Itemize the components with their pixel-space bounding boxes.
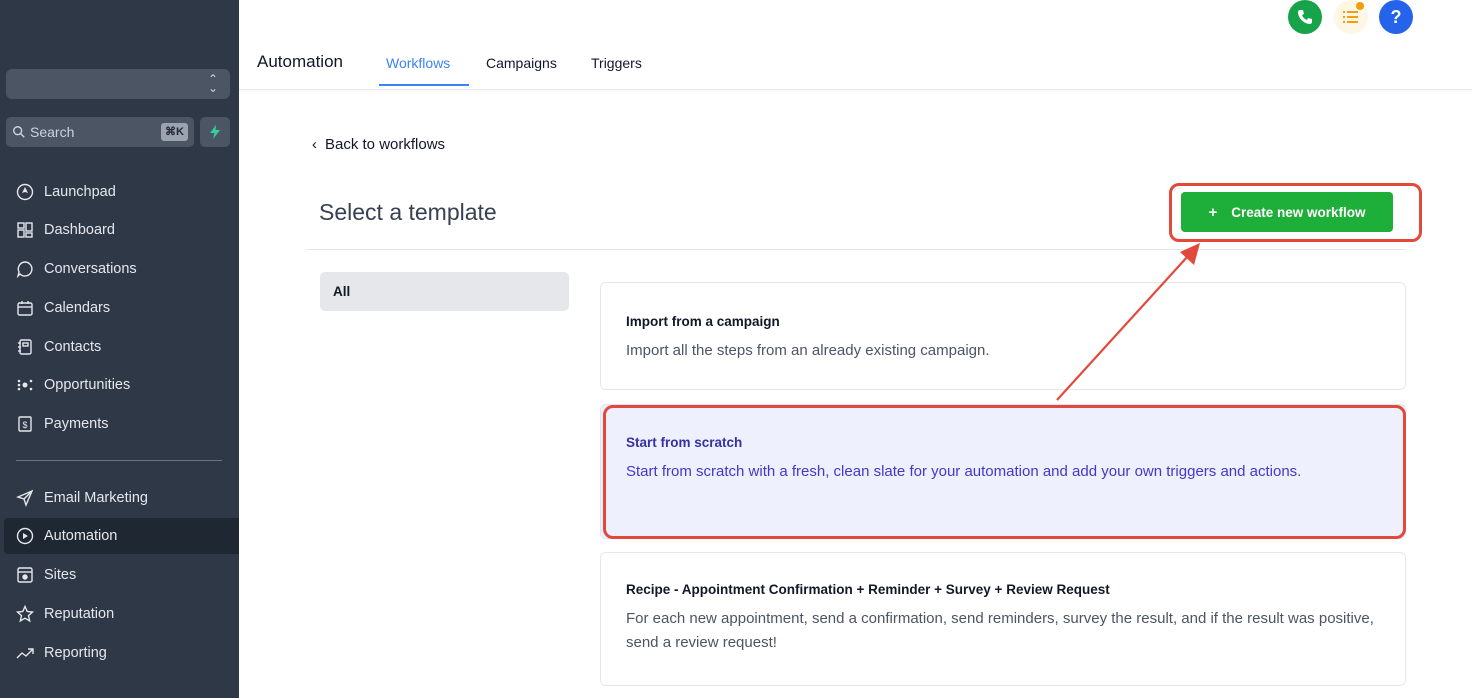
location-switcher[interactable]: ⌃ ⌄	[6, 69, 230, 99]
payments-icon: $	[16, 415, 34, 433]
help-button[interactable]: ?	[1379, 0, 1413, 34]
sidebar-item-calendars[interactable]: Calendars	[0, 290, 239, 326]
chat-bubble-icon	[16, 260, 34, 278]
star-icon	[16, 605, 34, 623]
dashboard-icon	[16, 221, 34, 239]
notification-dot	[1356, 2, 1364, 10]
list-icon	[1343, 11, 1358, 23]
trend-icon	[16, 644, 34, 662]
sidebar-item-label: Reporting	[44, 645, 107, 661]
sidebar-divider	[16, 460, 222, 461]
back-to-workflows-link[interactable]: ‹ Back to workflows	[312, 136, 445, 153]
sidebar-item-reputation[interactable]: Reputation	[0, 596, 239, 632]
sidebar-item-label: Dashboard	[44, 222, 115, 238]
question-icon: ?	[1390, 6, 1402, 27]
template-description: For each new appointment, send a confirm…	[626, 610, 1374, 651]
svg-text:$: $	[22, 420, 27, 430]
search-icon	[13, 126, 25, 138]
sidebar-item-reporting[interactable]: Reporting	[0, 635, 239, 671]
annotation-highlight-scratch	[603, 405, 1406, 539]
automation-icon	[16, 527, 34, 545]
phone-icon	[1298, 10, 1312, 24]
header-divider	[306, 249, 1406, 250]
quick-action-button[interactable]	[200, 117, 230, 147]
sidebar-item-payments[interactable]: $ Payments	[0, 406, 239, 442]
sidebar-item-label: Reputation	[44, 606, 115, 622]
sidebar-item-label: Launchpad	[44, 184, 116, 200]
sidebar: ⌃ ⌄ Search ⌘K Launchpad Dashboard Convers…	[0, 0, 239, 698]
active-tab-indicator	[379, 84, 469, 86]
template-card-import[interactable]: Import from a campaign Import all the st…	[600, 282, 1406, 390]
calendar-icon	[16, 299, 34, 317]
sidebar-item-label: Contacts	[44, 339, 102, 355]
contacts-icon	[16, 338, 34, 356]
sidebar-item-email-marketing[interactable]: Email Marketing	[0, 480, 239, 516]
top-bar: Automation Workflows Campaigns Triggers	[239, 0, 1472, 90]
search-shortcut: ⌘K	[161, 123, 188, 141]
tab-triggers[interactable]: Triggers	[591, 55, 642, 71]
template-card-recipe[interactable]: Recipe - Appointment Confirmation + Remi…	[600, 552, 1406, 686]
sidebar-item-label: Automation	[44, 528, 118, 544]
bolt-icon	[210, 125, 220, 139]
sidebar-item-sites[interactable]: Sites	[0, 557, 239, 593]
template-description: Import all the steps from an already exi…	[626, 342, 990, 359]
sidebar-item-label: Sites	[44, 567, 77, 583]
switcher-chevron-icon: ⌃ ⌄	[207, 72, 218, 95]
sidebar-item-automation[interactable]: Automation	[4, 518, 239, 554]
template-title: Recipe - Appointment Confirmation + Remi…	[626, 582, 1110, 597]
tab-workflows[interactable]: Workflows	[386, 55, 450, 71]
back-label: Back to workflows	[325, 136, 446, 153]
sidebar-item-launchpad[interactable]: Launchpad	[0, 174, 239, 210]
search-input[interactable]: Search ⌘K	[6, 117, 194, 147]
sidebar-item-label: Email Marketing	[44, 490, 148, 506]
paper-plane-icon	[16, 489, 34, 507]
launchpad-icon	[16, 183, 34, 201]
template-title: Import from a campaign	[626, 314, 780, 329]
annotation-highlight-create	[1169, 183, 1422, 242]
sidebar-item-label: Opportunities	[44, 377, 131, 393]
chevron-left-icon: ‹	[312, 136, 317, 153]
filter-all[interactable]: All	[320, 272, 569, 311]
sidebar-item-opportunities[interactable]: Opportunities	[0, 367, 239, 403]
tab-campaigns[interactable]: Campaigns	[486, 55, 557, 71]
sidebar-item-label: Conversations	[44, 261, 137, 277]
sidebar-item-dashboard[interactable]: Dashboard	[0, 212, 239, 248]
sidebar-item-label: Payments	[44, 416, 109, 432]
sidebar-item-contacts[interactable]: Contacts	[0, 329, 239, 365]
template-heading: Select a template	[319, 199, 497, 225]
phone-button[interactable]	[1288, 0, 1322, 34]
opportunities-icon	[16, 376, 34, 394]
sidebar-item-label: Calendars	[44, 300, 111, 316]
sites-icon	[16, 566, 34, 584]
page-title: Automation	[257, 52, 343, 71]
search-placeholder: Search	[30, 124, 75, 140]
sidebar-item-conversations[interactable]: Conversations	[0, 251, 239, 287]
